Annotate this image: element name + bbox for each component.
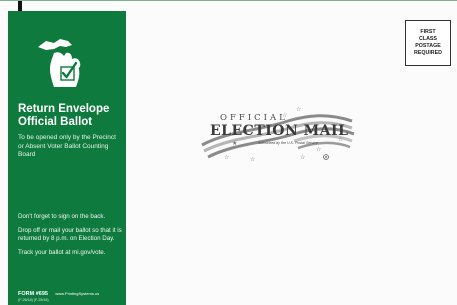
postage-line1: FIRST xyxy=(420,29,436,35)
form-code: FORM #695 xyxy=(18,291,48,297)
logo-authorized-text: Authorized by the U.S. Postal Service xyxy=(258,141,318,145)
postage-line4: REQUIRED xyxy=(414,50,442,56)
form-revision-codes: (F-26/18) (F-25/18) xyxy=(18,298,49,302)
svg-text:☆: ☆ xyxy=(300,154,305,161)
envelope-title-block: Return Envelope Official Ballot To be op… xyxy=(18,103,122,160)
vendor-url: www.PrintingSystems.us xyxy=(55,291,100,296)
note-track: Track your ballot at mi.gov/vote. xyxy=(18,249,106,256)
envelope-notes: Don't forget to sign on the back. Drop o… xyxy=(18,213,124,263)
logo-official-text: OFFICIAL xyxy=(220,113,288,123)
svg-text:☆: ☆ xyxy=(296,106,301,113)
postage-line3: POSTAGE xyxy=(415,43,441,49)
ballot-return-envelope: Return Envelope Official Ballot To be op… xyxy=(0,0,457,305)
postage-box: FIRST CLASS POSTAGE REQUIRED xyxy=(405,20,451,66)
michigan-map-icon xyxy=(32,29,96,93)
envelope-flap-mark xyxy=(18,1,22,11)
note-drop-off: Drop off or mail your ballot so that it … xyxy=(18,227,122,242)
registered-mark-icon xyxy=(323,154,329,160)
envelope-sidebar: Return Envelope Official Ballot To be op… xyxy=(8,11,126,305)
svg-text:☆: ☆ xyxy=(250,156,255,163)
form-footer: FORM #695 www.PrintingSystems.us (F-26/1… xyxy=(18,291,124,302)
postage-line2: CLASS xyxy=(419,36,437,42)
envelope-title-line1: Return Envelope xyxy=(18,103,110,115)
svg-text:☆: ☆ xyxy=(316,146,321,153)
svg-text:★: ★ xyxy=(232,140,237,147)
svg-text:☆: ☆ xyxy=(224,154,229,161)
note-sign: Don't forget to sign on the back. xyxy=(18,213,106,220)
official-election-mail-logo: ★ ☆ ☆ ☆ ☆ ☆ ☆ ☆ OFFICIAL ELECTION MAIL A… xyxy=(198,101,358,169)
logo-election-mail-text: ELECTION MAIL xyxy=(210,123,349,139)
envelope-title-line2: Official Ballot xyxy=(18,116,93,128)
envelope-subtitle: To be opened only by the Precinct or Abs… xyxy=(18,134,116,158)
